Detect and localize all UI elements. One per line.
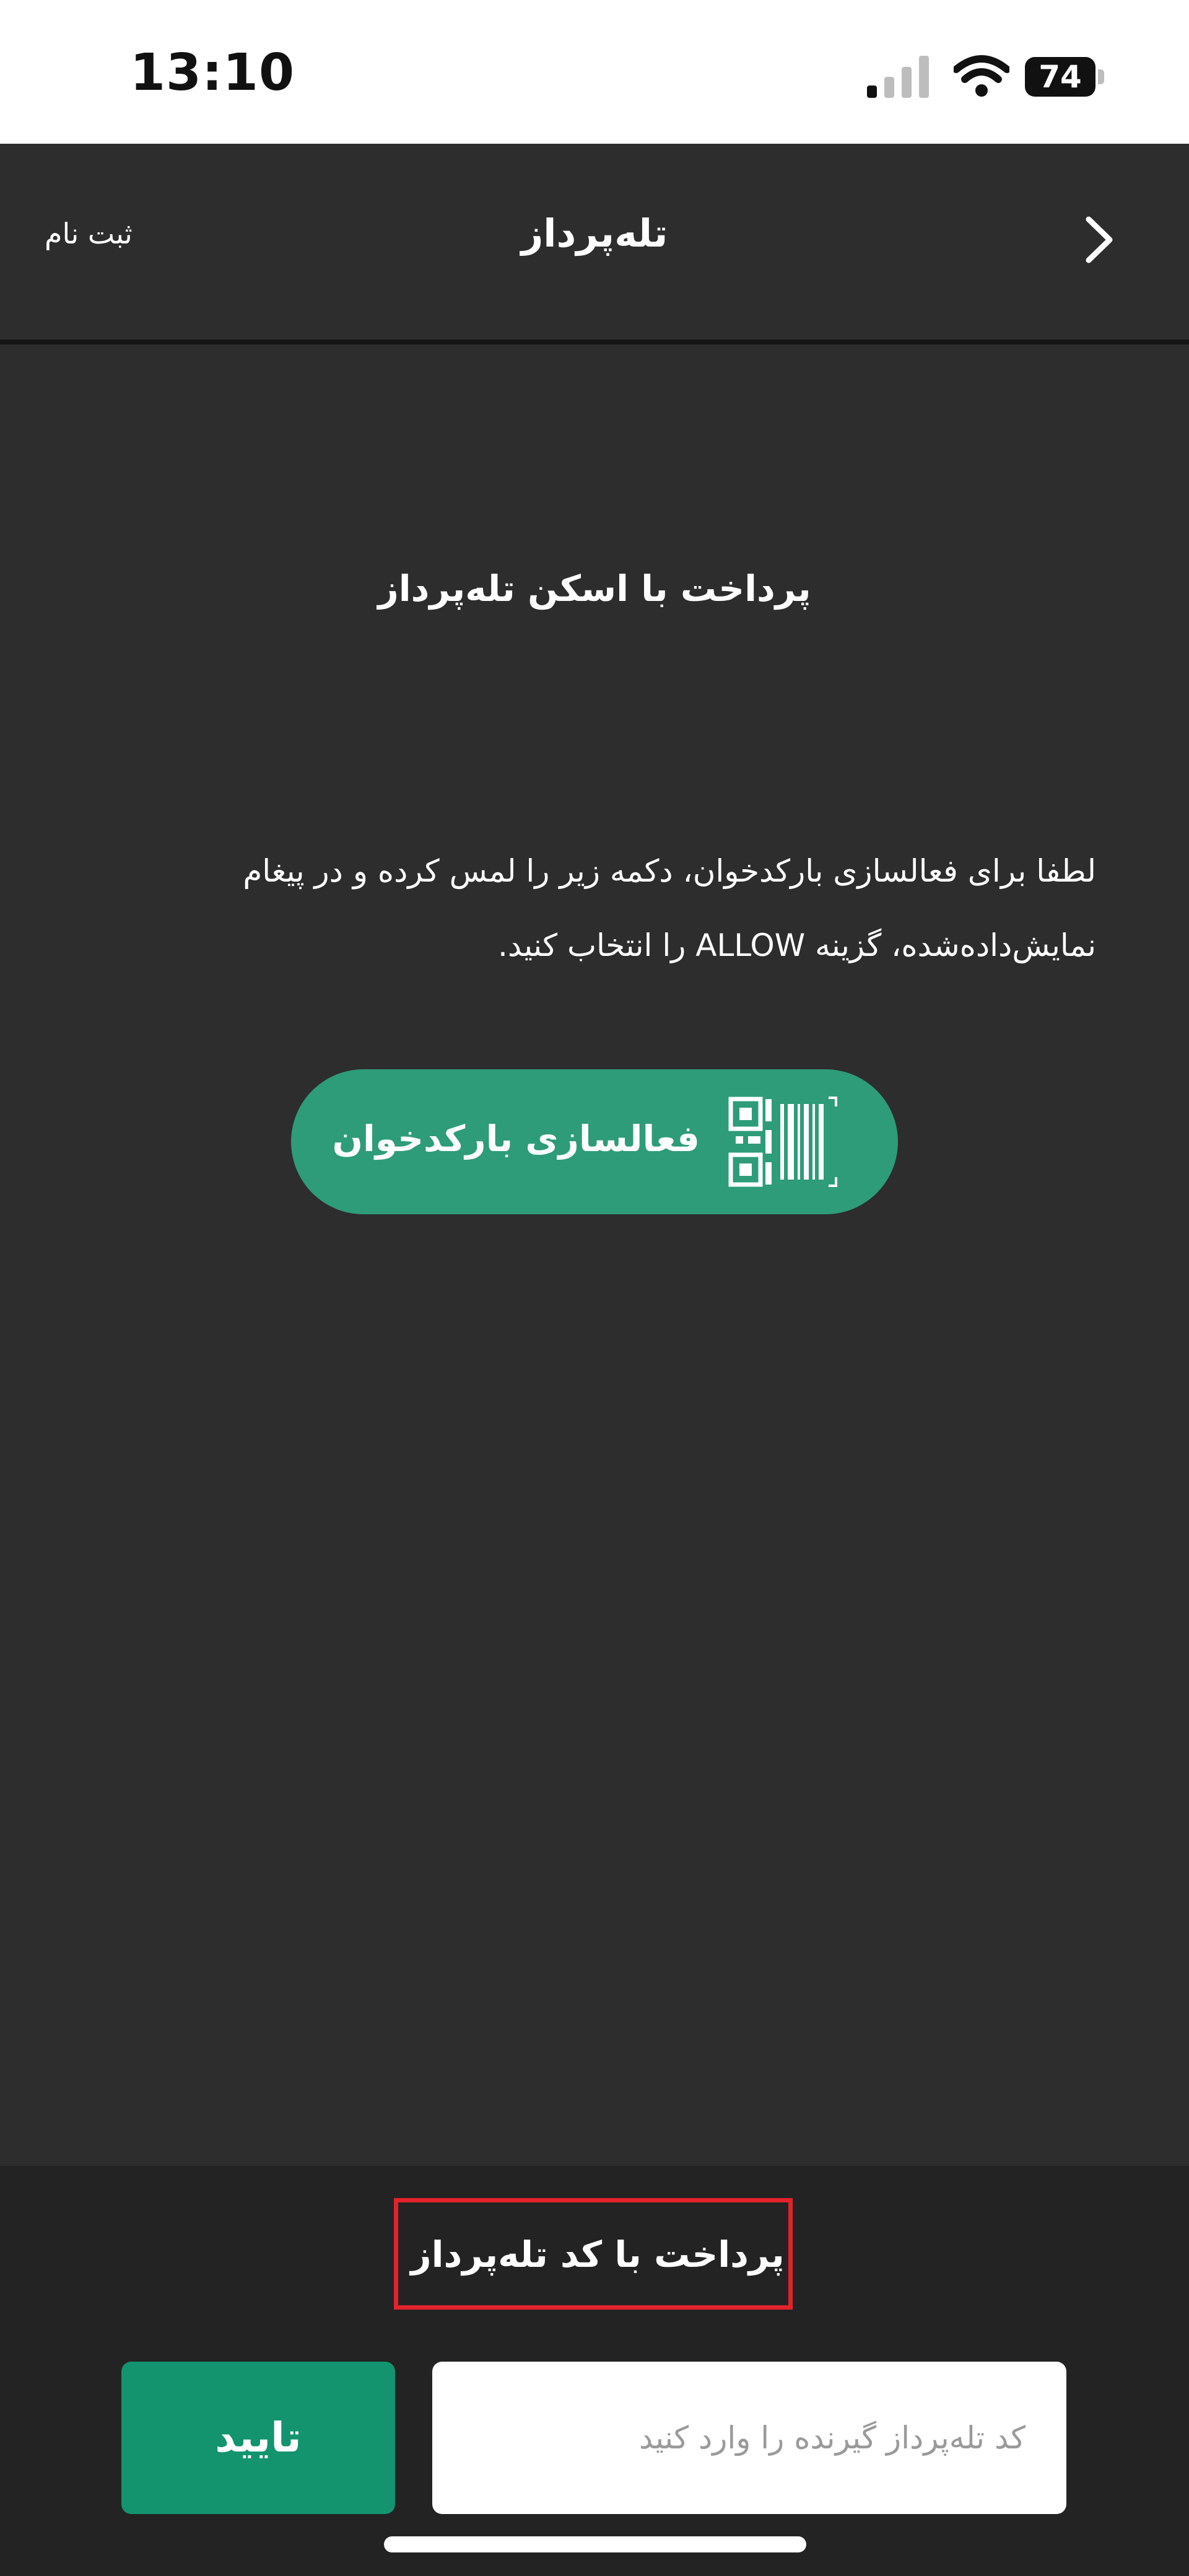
cellular-signal-icon (867, 56, 929, 98)
page-title: تله‌پرداز (521, 211, 668, 256)
app-header: ثبت نام تله‌پرداز (0, 144, 1189, 344)
highlight-box: پرداخت با کد تله‌پرداز (394, 2198, 793, 2310)
wifi-icon (954, 55, 1009, 97)
battery-level: 74 (1025, 57, 1095, 97)
qr-barcode-icon (728, 1097, 837, 1187)
code-section-title: پرداخت با کد تله‌پرداز (411, 2233, 785, 2276)
scan-section-title: پرداخت با اسکن تله‌پرداز (378, 567, 811, 610)
battery-cap (1098, 69, 1104, 84)
chevron-right-icon[interactable] (1078, 212, 1121, 268)
battery-indicator: 74 (1025, 57, 1104, 97)
activate-barcode-button[interactable]: فعالسازی بارکدخوان (291, 1069, 898, 1214)
home-indicator (384, 2536, 806, 2552)
telepardaz-code-input[interactable] (432, 2362, 1066, 2514)
activate-barcode-label: فعالسازی بارکدخوان (332, 1118, 700, 1160)
code-payment-panel: پرداخت با کد تله‌پرداز تایید (0, 2166, 1189, 2576)
scan-section: پرداخت با اسکن تله‌پرداز لطفا برای فعالس… (0, 344, 1189, 2166)
instruction-line-1: لطفا برای فعالسازی بارکدخوان، دکمه زیر ر… (243, 853, 1096, 889)
confirm-button[interactable]: تایید (121, 2362, 395, 2514)
instruction-line-2: نمایش‌داده‌شده، گزینه ALLOW را انتخاب کن… (497, 927, 1096, 963)
scan-instruction: لطفا برای فعالسازی بارکدخوان، دکمه زیر ر… (93, 834, 1096, 983)
status-time: 13:10 (130, 43, 295, 102)
status-bar: 13:10 74 (0, 0, 1189, 144)
